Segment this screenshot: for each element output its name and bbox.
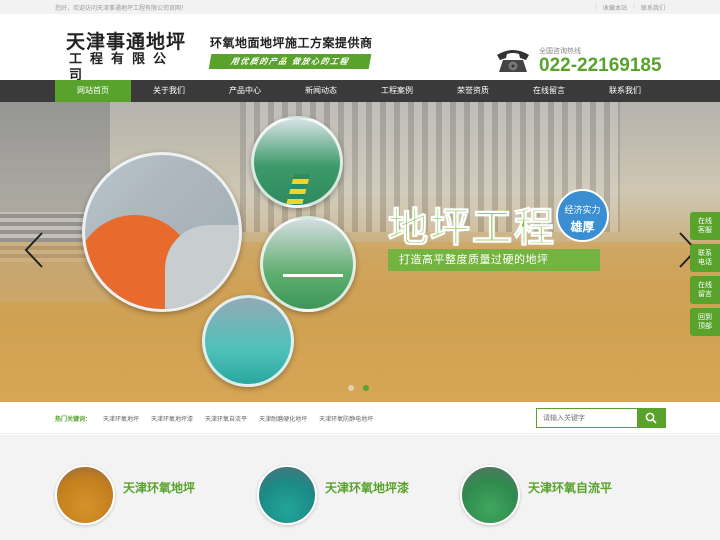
hotline-number: 022-22169185: [539, 55, 662, 76]
top-links: | 收藏本站 | 联系我们: [594, 3, 665, 12]
banner-title: 地坪工程: [388, 204, 556, 252]
banner-tagline: 打造高平整度质量过硬的地坪: [388, 249, 600, 271]
product-title[interactable]: 天津环氧地坪: [123, 479, 195, 496]
slogan-sub: 用优质的产品 做放心的工程: [208, 54, 372, 69]
nav-item-2[interactable]: 产品中心: [207, 80, 283, 102]
hot-keyword-link[interactable]: 天津耐磨硬化地坪: [259, 414, 307, 423]
welcome-text: 您好，欢迎访问天津事通地坪工程有限公司官网！: [55, 5, 188, 12]
product-thumbnail[interactable]: [460, 465, 520, 525]
hot-keyword-link[interactable]: 天津环氧地坪漆: [151, 414, 193, 423]
hot-keywords: 热门关键词： 天津环氧地坪 天津环氧地坪漆 天津环氧自流平 天津耐磨硬化地坪 天津环氧防…: [55, 414, 373, 423]
side-float-button-1[interactable]: 联系 电话: [690, 244, 720, 272]
search-button[interactable]: [637, 409, 665, 427]
hot-keyword-link[interactable]: 天津环氧防静电地坪: [319, 414, 373, 423]
banner-photo-teal-floor: [202, 295, 294, 387]
badge-line2: 雄厚: [570, 220, 595, 234]
hot-keyword-link[interactable]: 天津环氧地坪: [103, 414, 139, 423]
logo-line1: 天津事通地坪: [66, 31, 187, 53]
banner-photo-orange-floor: [82, 152, 242, 312]
product-title[interactable]: 天津环氧地坪漆: [325, 479, 409, 496]
nav-item-3[interactable]: 新闻动态: [283, 80, 359, 102]
product-item[interactable]: 天津环氧地坪漆: [257, 465, 409, 525]
favorite-link[interactable]: 收藏本站: [603, 3, 627, 12]
slogan-title: 环氧地面地坪施工方案提供商: [210, 36, 373, 50]
side-float-panel: 在线 客服联系 电话在线 留言回到 顶部: [690, 212, 720, 340]
search-input[interactable]: [537, 409, 637, 427]
banner-photo-parking: [260, 216, 356, 312]
banner-photo-yellow-stripe: [251, 116, 343, 208]
product-thumbnail[interactable]: [257, 465, 317, 525]
product-title[interactable]: 天津环氧自流平: [528, 479, 612, 496]
side-float-button-0[interactable]: 在线 客服: [690, 212, 720, 240]
product-thumbnail[interactable]: [55, 465, 115, 525]
nav-item-4[interactable]: 工程案例: [359, 80, 435, 102]
logo[interactable]: 天津事通地坪 工程有限公司: [66, 32, 186, 84]
main-nav: 网站首页 关于我们 产品中心 新闻动态 工程案例 荣誉资质 在线留言 联系我们: [0, 80, 720, 102]
slide-dots: [348, 385, 369, 391]
search-icon: [645, 412, 657, 424]
badge-line1: 经济实力: [564, 206, 601, 216]
hot-keywords-label: 热门关键词：: [55, 416, 92, 423]
product-item[interactable]: 天津环氧自流平: [460, 465, 612, 525]
side-float-button-3[interactable]: 回到 顶部: [690, 308, 720, 336]
keyword-search-row: 热门关键词： 天津环氧地坪 天津环氧地坪漆 天津环氧自流平 天津耐磨硬化地坪 天津环氧防…: [0, 402, 720, 434]
hot-keyword-link[interactable]: 天津环氧自流平: [205, 414, 247, 423]
prev-slide-arrow-icon[interactable]: [22, 230, 46, 270]
side-float-button-2[interactable]: 在线 留言: [690, 276, 720, 304]
slide-dot[interactable]: [348, 385, 354, 391]
top-bar: 您好，欢迎访问天津事通地坪工程有限公司官网！ | 收藏本站 | 联系我们: [0, 0, 720, 14]
contact-link[interactable]: 联系我们: [641, 3, 665, 12]
product-strip: 天津环氧地坪 天津环氧地坪漆 天津环氧自流平: [0, 435, 720, 540]
nav-item-1[interactable]: 关于我们: [131, 80, 207, 102]
nav-item-7[interactable]: 联系我们: [587, 80, 663, 102]
nav-item-6[interactable]: 在线留言: [511, 80, 587, 102]
slide-dot[interactable]: [363, 385, 369, 391]
banner-slider: 地坪工程 经济实力 雄厚 打造高平整度质量过硬的地坪: [0, 102, 720, 402]
nav-list: 网站首页 关于我们 产品中心 新闻动态 工程案例 荣誉资质 在线留言 联系我们: [55, 80, 663, 102]
header: 天津事通地坪 工程有限公司 环氧地面地坪施工方案提供商 用优质的产品 做放心的工…: [0, 14, 720, 83]
telephone-icon: [497, 50, 529, 72]
banner-badge: 经济实力 雄厚: [556, 189, 609, 242]
nav-item-0[interactable]: 网站首页: [55, 80, 131, 102]
slogan: 环氧地面地坪施工方案提供商 用优质的产品 做放心的工程: [208, 34, 373, 69]
nav-item-5[interactable]: 荣誉资质: [435, 80, 511, 102]
product-item[interactable]: 天津环氧地坪: [55, 465, 195, 525]
search-box: [536, 408, 666, 428]
